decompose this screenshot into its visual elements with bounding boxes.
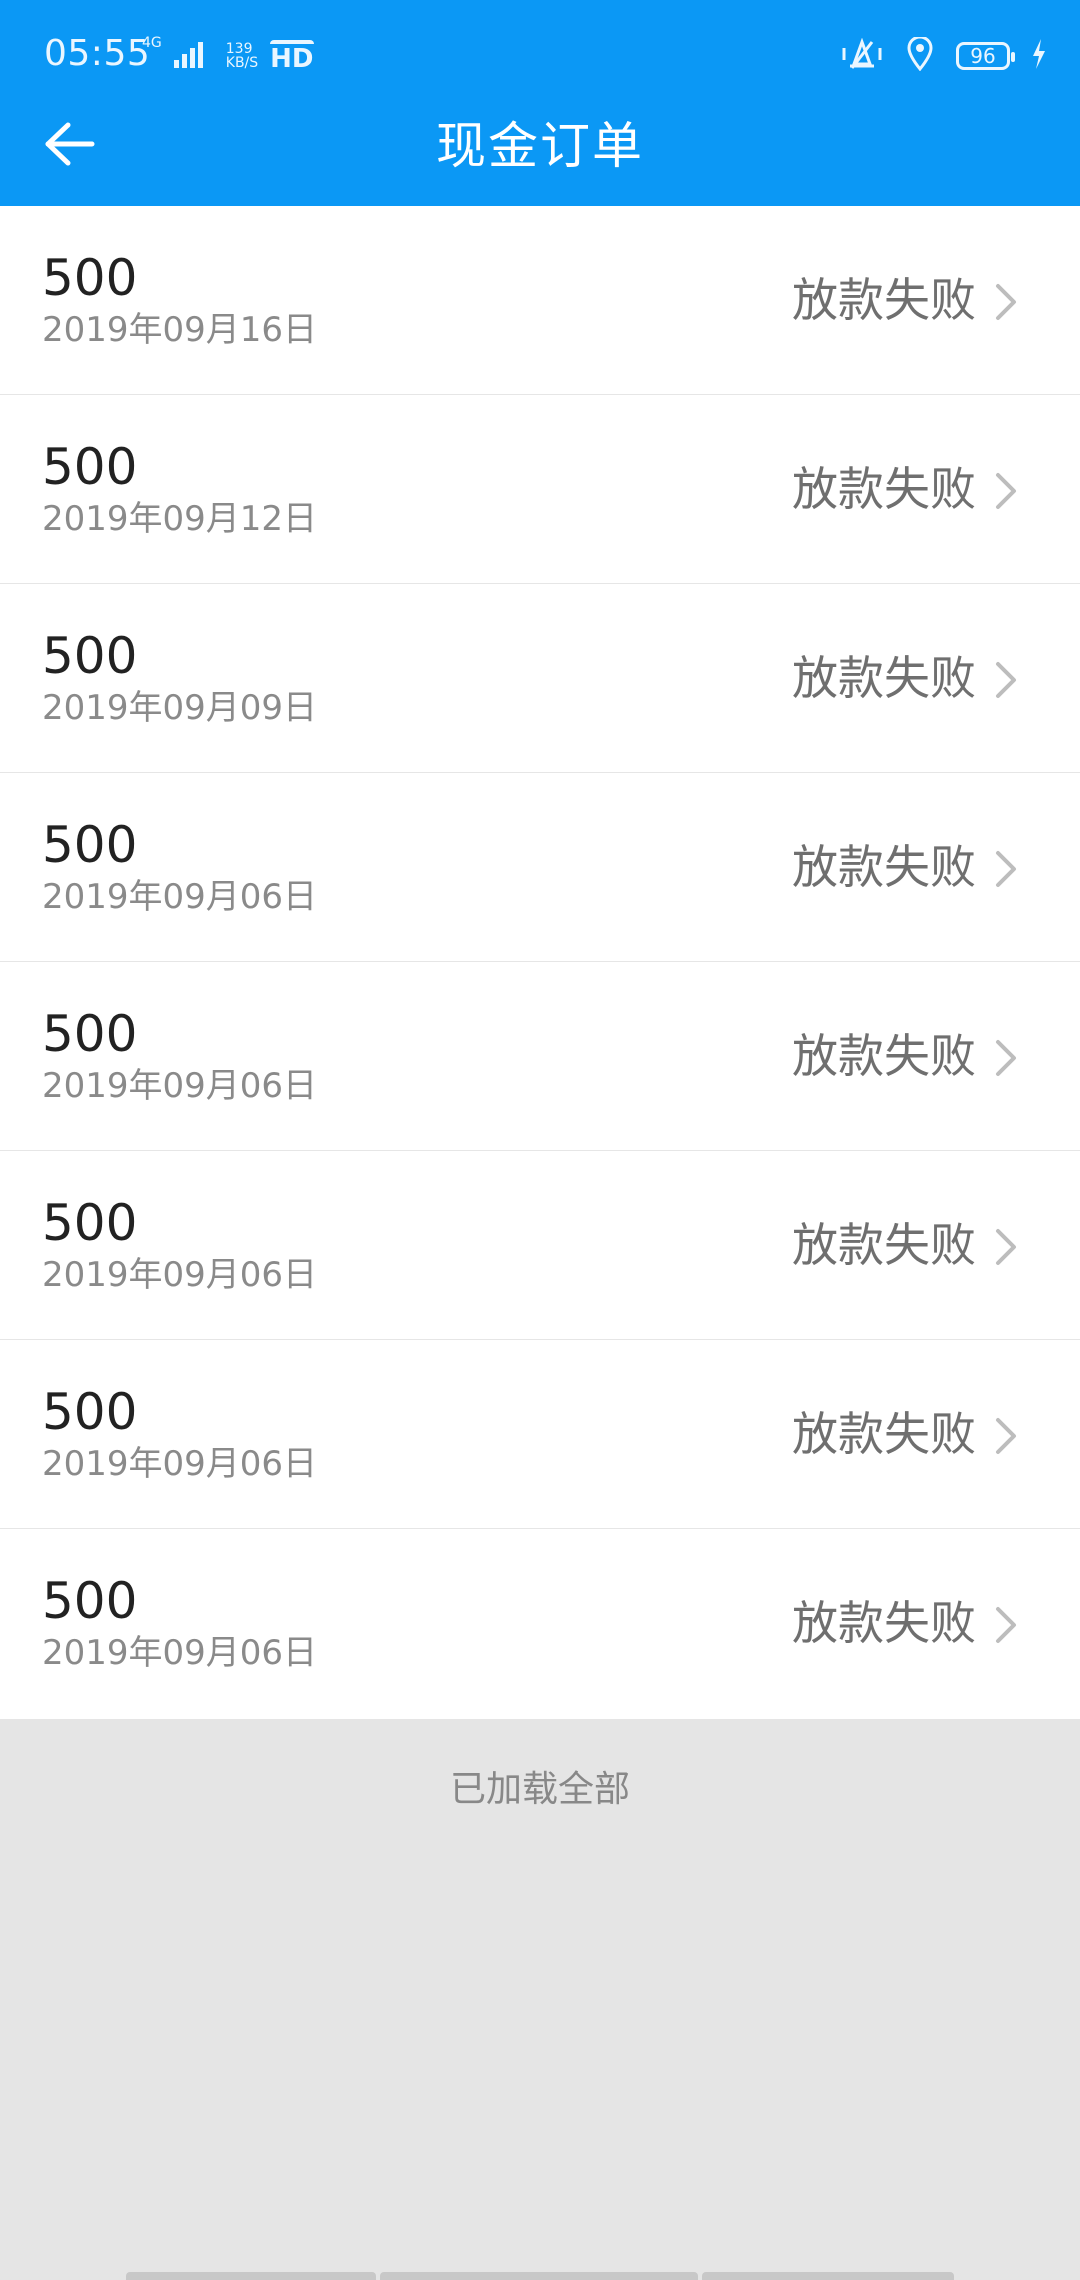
signal-icon (173, 40, 208, 72)
order-row[interactable]: 500 2019年09月16日 放款失败 (0, 206, 1080, 395)
app-header: 05:55 4G 139 KB/S HD 96 现金订单 (0, 0, 1080, 206)
order-amount: 500 (42, 1572, 138, 1630)
hd-indicator: HD (270, 40, 314, 72)
order-amount: 500 (42, 1005, 138, 1063)
order-date: 2019年09月16日 (42, 310, 318, 350)
order-row[interactable]: 500 2019年09月06日 放款失败 (0, 1340, 1080, 1529)
chevron-right-icon (992, 471, 1020, 511)
order-amount: 500 (42, 627, 138, 685)
network-speed-unit: KB/S (225, 55, 259, 71)
nav-hint-bar (702, 2272, 954, 2280)
order-status: 放款失败 (792, 273, 976, 327)
order-date: 2019年09月06日 (42, 1066, 318, 1106)
order-status: 放款失败 (792, 651, 976, 705)
chevron-right-icon (992, 1605, 1020, 1645)
order-status: 放款失败 (792, 840, 976, 894)
order-row[interactable]: 500 2019年09月06日 放款失败 (0, 1529, 1080, 1719)
order-status: 放款失败 (792, 1407, 976, 1461)
order-amount: 500 (42, 1383, 138, 1441)
loaded-all-text: 已加载全部 (449, 1769, 630, 1810)
order-list: 500 2019年09月16日 放款失败 500 2019年09月12日 放款失… (0, 206, 1080, 1719)
order-row[interactable]: 500 2019年09月06日 放款失败 (0, 1151, 1080, 1340)
order-date: 2019年09月09日 (42, 688, 318, 728)
order-date: 2019年09月06日 (42, 877, 318, 917)
charging-icon (1032, 39, 1046, 73)
order-row[interactable]: 500 2019年09月09日 放款失败 (0, 584, 1080, 773)
list-footer: 已加载全部 (0, 1726, 1080, 2280)
status-right-icons: 96 (840, 35, 1046, 76)
order-status: 放款失败 (792, 1596, 976, 1650)
network-speed: 139 KB/S (226, 42, 258, 70)
vibrate-icon (840, 37, 884, 74)
order-date: 2019年09月06日 (42, 1444, 318, 1484)
order-date: 2019年09月06日 (42, 1633, 318, 1673)
chevron-right-icon (992, 1416, 1020, 1456)
order-status: 放款失败 (792, 462, 976, 516)
chevron-right-icon (992, 1227, 1020, 1267)
nav-hint-bar (380, 2272, 698, 2280)
status-time: 05:55 (44, 33, 151, 74)
status-bar: 05:55 4G 139 KB/S HD 96 (0, 0, 1080, 110)
chevron-right-icon (992, 282, 1020, 322)
battery-level: 96 (970, 44, 996, 68)
order-date: 2019年09月12日 (42, 499, 318, 539)
chevron-right-icon (992, 849, 1020, 889)
chevron-right-icon (992, 1038, 1020, 1078)
status-left-icons: 4G 139 KB/S HD (142, 36, 314, 76)
order-row[interactable]: 500 2019年09月06日 放款失败 (0, 773, 1080, 962)
order-status: 放款失败 (792, 1029, 976, 1083)
order-row[interactable]: 500 2019年09月06日 放款失败 (0, 962, 1080, 1151)
battery-icon: 96 (956, 42, 1015, 70)
chevron-right-icon (992, 660, 1020, 700)
order-amount: 500 (42, 249, 138, 307)
order-amount: 500 (42, 438, 138, 496)
network-type: 4G (142, 35, 162, 51)
page-title: 现金订单 (436, 117, 644, 175)
order-status: 放款失败 (792, 1218, 976, 1272)
order-row[interactable]: 500 2019年09月12日 放款失败 (0, 395, 1080, 584)
nav-hint-bar (126, 2272, 376, 2280)
network-speed-value: 139 (225, 41, 253, 57)
location-icon (906, 35, 934, 75)
order-date: 2019年09月06日 (42, 1255, 318, 1295)
order-amount: 500 (42, 1194, 138, 1252)
order-amount: 500 (42, 816, 138, 874)
